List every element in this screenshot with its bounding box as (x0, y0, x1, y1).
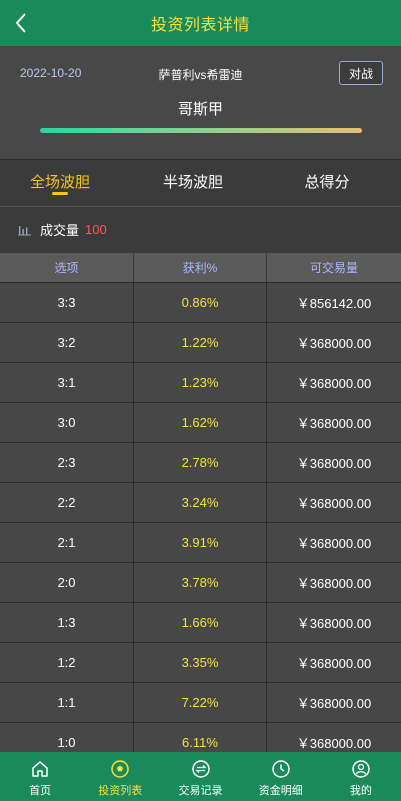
table-row[interactable]: 2:0 3.78% ￥368000.00 (0, 563, 401, 603)
tab-half-time-score[interactable]: 半场波胆 (153, 166, 233, 196)
volume-cell: ￥368000.00 (296, 416, 372, 431)
option-cell: 3:2 (0, 323, 134, 362)
soccer-ball-icon (109, 758, 131, 780)
option-cell: 3:0 (0, 403, 134, 442)
column-header-option: 选项 (0, 253, 134, 282)
nav-item-home[interactable]: 首页 (0, 752, 80, 801)
option-cell: 1:2 (0, 643, 134, 682)
option-cell: 2:2 (0, 483, 134, 522)
option-cell: 2:1 (0, 523, 134, 562)
table-row[interactable]: 1:3 1.66% ￥368000.00 (0, 603, 401, 643)
active-tab-indicator (52, 192, 68, 195)
table-row[interactable]: 1:2 3.35% ￥368000.00 (0, 643, 401, 683)
profit-cell: 3.91% (134, 523, 267, 562)
match-progress-bar (40, 128, 362, 133)
bottom-nav: 首页 投资列表 交易记录 资金明细 我的 (0, 752, 401, 801)
profit-cell: 2.78% (134, 443, 267, 482)
profit-cell: 1.23% (134, 363, 267, 402)
option-cell: 3:1 (0, 363, 134, 402)
table-row[interactable]: 2:2 3.24% ￥368000.00 (0, 483, 401, 523)
option-cell: 1:3 (0, 603, 134, 642)
back-arrow-icon (15, 13, 26, 33)
nav-label: 首页 (29, 785, 52, 797)
match-card: 2022-10-20 萨普利vs希雷迪 对战 哥斯甲 (0, 46, 401, 160)
profit-cell: 7.22% (134, 683, 267, 722)
table-row[interactable]: 3:1 1.23% ￥368000.00 (0, 363, 401, 403)
table-row[interactable]: 3:2 1.22% ￥368000.00 (0, 323, 401, 363)
clock-icon (270, 758, 292, 780)
option-cell: 3:3 (0, 283, 134, 322)
volume-cell: ￥368000.00 (296, 376, 372, 391)
table-row[interactable]: 3:3 0.86% ￥856142.00 (0, 283, 401, 323)
profit-cell: 1.62% (134, 403, 267, 442)
volume-cell: ￥368000.00 (296, 336, 372, 351)
volume-cell: ￥368000.00 (296, 696, 372, 711)
nav-label: 交易记录 (178, 785, 223, 797)
volume-cell: ￥368000.00 (296, 456, 372, 471)
table-row[interactable]: 2:3 2.78% ￥368000.00 (0, 443, 401, 483)
app-header: 投资列表详情 (0, 0, 401, 46)
bet-type-tabs: 全场波胆 半场波胆 总得分 (0, 160, 401, 206)
profit-cell: 3.78% (134, 563, 267, 602)
user-icon (350, 758, 372, 780)
volume-label: 成交量 (40, 223, 80, 238)
volume-cell: ￥368000.00 (296, 496, 372, 511)
table-row[interactable]: 3:0 1.62% ￥368000.00 (0, 403, 401, 443)
volume-cell: ￥368000.00 (296, 536, 372, 551)
volume-cell: ￥368000.00 (296, 576, 372, 591)
volume-value: 100 (85, 222, 107, 237)
volume-cell: ￥368000.00 (296, 656, 372, 671)
nav-item-fund-details[interactable]: 资金明细 (241, 752, 321, 801)
table-header: 选项 获利% 可交易量 (0, 253, 401, 283)
odds-table: 选项 获利% 可交易量 3:3 0.86% ￥856142.00 3:2 1.22% ￥3… (0, 253, 401, 763)
profit-cell: 1.66% (134, 603, 267, 642)
option-cell: 2:3 (0, 443, 134, 482)
exchange-icon (190, 758, 212, 780)
tab-total-goals[interactable]: 总得分 (287, 166, 367, 196)
home-icon (29, 758, 51, 780)
profit-cell: 3.24% (134, 483, 267, 522)
volume-bar: 成交量 100 (0, 206, 401, 252)
option-cell: 1:1 (0, 683, 134, 722)
profit-cell: 3.35% (134, 643, 267, 682)
nav-label: 资金明细 (258, 785, 303, 797)
page-title: 投资列表详情 (150, 17, 250, 34)
table-row[interactable]: 2:1 3.91% ￥368000.00 (0, 523, 401, 563)
match-league: 哥斯甲 (177, 101, 223, 118)
bar-chart-icon (18, 225, 31, 235)
table-row[interactable]: 1:1 7.22% ￥368000.00 (0, 683, 401, 723)
nav-item-profile[interactable]: 我的 (321, 752, 401, 801)
nav-label: 投资列表 (98, 785, 143, 797)
column-header-volume: 可交易量 (309, 261, 358, 275)
nav-item-trade-records[interactable]: 交易记录 (160, 752, 240, 801)
column-header-profit: 获利% (134, 253, 267, 282)
option-cell: 2:0 (0, 563, 134, 602)
profit-cell: 0.86% (134, 283, 267, 322)
volume-cell: ￥368000.00 (296, 616, 372, 631)
back-button[interactable] (8, 9, 34, 37)
nav-label: 我的 (349, 785, 372, 797)
profit-cell: 1.22% (134, 323, 267, 362)
volume-cell: ￥856142.00 (296, 296, 372, 311)
nav-item-investment-list[interactable]: 投资列表 (80, 752, 160, 801)
match-action-button[interactable]: 对战 (339, 61, 383, 85)
